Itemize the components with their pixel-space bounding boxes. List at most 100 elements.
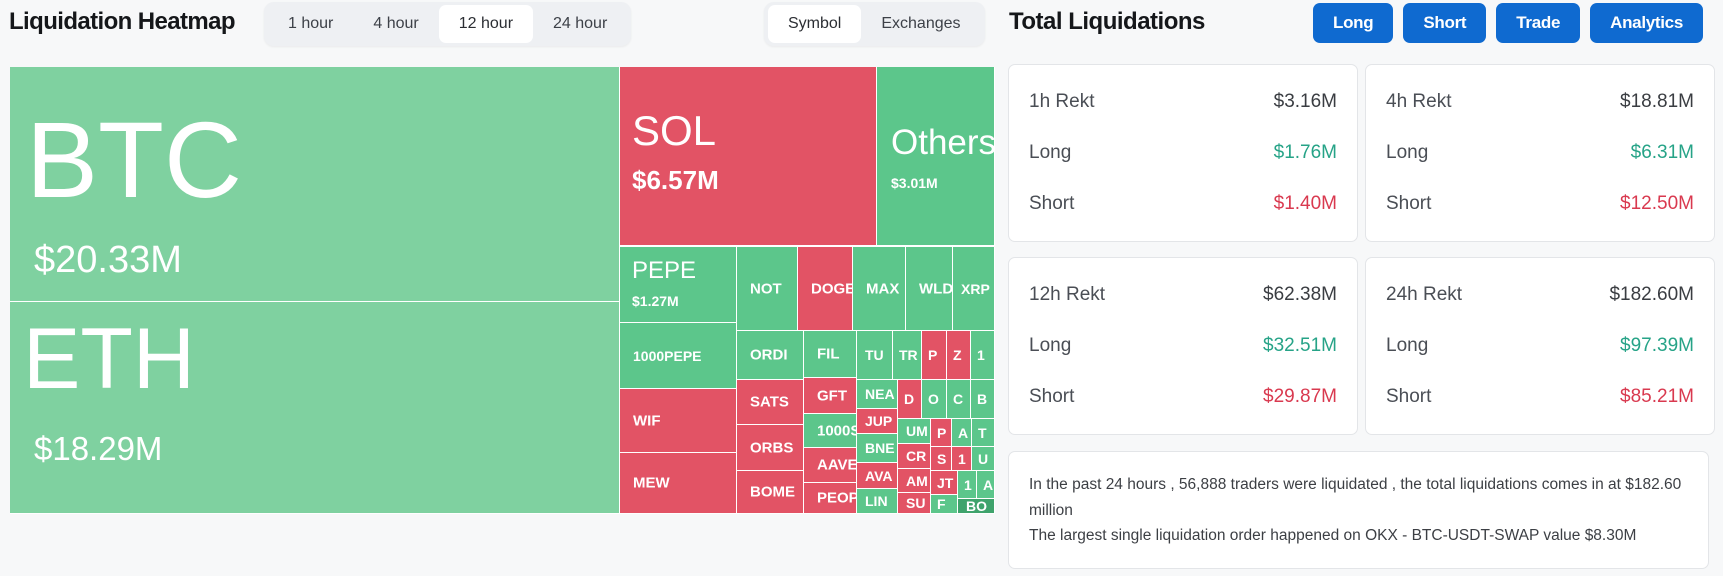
treemap-cell-ava[interactable]: AVA — [857, 463, 898, 489]
cell-symbol: CR — [906, 448, 927, 464]
treemap-cell-fil[interactable]: FIL — [804, 331, 857, 378]
cell-value: $3.01M — [891, 175, 938, 191]
card-total: $182.60M — [1609, 284, 1694, 305]
treemap-cell-a[interactable]: A — [977, 471, 995, 499]
treemap-cell-1[interactable]: 1 — [958, 471, 977, 499]
treemap-cell-not[interactable]: NOT — [737, 247, 798, 331]
treemap-cell-orbs[interactable]: ORBS — [737, 425, 804, 471]
treemap-cell-1[interactable]: 1 — [971, 331, 995, 380]
treemap-cell-wld[interactable]: WLD — [906, 247, 953, 331]
cell-symbol: UM — [906, 423, 928, 439]
stat-card-24h: 24h Rekt $182.60M Long $97.39M Short $85.21… — [1365, 257, 1715, 435]
card-label: 4h Rekt — [1386, 91, 1452, 112]
treemap-cell-c[interactable]: C — [947, 380, 971, 419]
cell-symbol: WLD — [919, 280, 953, 297]
cell-value: $6.57M — [632, 165, 719, 195]
cell-symbol: P — [937, 424, 947, 441]
cell-symbol: 1 — [958, 450, 966, 467]
treemap-cell-btc[interactable]: BTC $20.33M — [10, 67, 620, 302]
cell-symbol: SATS — [750, 393, 789, 411]
tab-4-hour[interactable]: 4 hour — [353, 5, 438, 43]
treemap-cell-b[interactable]: B — [971, 380, 995, 419]
treemap-cell-bne[interactable]: BNE — [857, 434, 898, 463]
treemap-cell-mew[interactable]: MEW — [620, 453, 737, 514]
cell-symbol: PEPE — [632, 257, 697, 284]
cell-symbol: WIF — [633, 412, 661, 429]
treemap-cell-o[interactable]: O — [922, 380, 947, 419]
treemap-cell-peop[interactable]: PEOP — [804, 483, 857, 514]
treemap-cell-gft[interactable]: GFT — [804, 378, 857, 414]
cell-symbol: XRP — [961, 280, 990, 297]
stat-card-4h: 4h Rekt $18.81M Long $6.31M Short $12.50M — [1365, 64, 1715, 242]
treemap-cell-tr[interactable]: TR — [893, 331, 922, 380]
cell-symbol: S — [937, 450, 947, 467]
treemap-cell-s[interactable]: S — [931, 447, 952, 471]
long-label: Long — [1386, 142, 1429, 163]
treemap-cell-jt[interactable]: JT — [931, 471, 958, 495]
treemap-cell-am[interactable]: AM — [898, 469, 931, 493]
cell-symbol: B — [977, 391, 988, 407]
cell-symbol: Others — [891, 123, 995, 162]
treemap-cell-sol[interactable]: SOL $6.57M — [620, 67, 877, 246]
long-label: Long — [1386, 335, 1429, 356]
cell-symbol: GFT — [817, 387, 847, 404]
treemap-cell-nea[interactable]: NEA — [857, 380, 898, 409]
cell-symbol: C — [953, 391, 964, 407]
treemap-cell-lin[interactable]: LIN — [857, 489, 898, 514]
cell-symbol: FIL — [817, 345, 840, 363]
treemap-cell-p[interactable]: P — [922, 331, 947, 380]
cell-symbol: A — [958, 424, 969, 441]
long-value: $97.39M — [1620, 335, 1694, 356]
treemap-cell-1000pepe[interactable]: 1000PEPE — [620, 323, 737, 389]
treemap-cell-bo[interactable]: BO — [958, 499, 995, 514]
cell-symbol: DOGE — [811, 280, 853, 297]
treemap-cell-z[interactable]: Z — [947, 331, 971, 380]
long-button[interactable]: Long — [1313, 3, 1394, 43]
treemap-cell-cr[interactable]: CR — [898, 444, 931, 469]
treemap-cell-p[interactable]: P — [931, 419, 952, 447]
heatmap-title: Liquidation Heatmap — [9, 8, 236, 35]
short-button[interactable]: Short — [1403, 3, 1487, 43]
treemap-cell-su[interactable]: SU — [898, 493, 931, 514]
treemap-cell-doge[interactable]: DOGE — [798, 247, 853, 331]
trade-button[interactable]: Trade — [1496, 3, 1581, 43]
treemap-cell-tu[interactable]: TU — [857, 331, 893, 380]
treemap-cell-f[interactable]: F — [931, 495, 958, 514]
liquidation-treemap: BTC $20.33M ETH $18.29M SOL $6.57M Others $3.01… — [10, 67, 995, 514]
treemap-cell-1000s[interactable]: 1000S — [804, 414, 857, 448]
tab-symbol[interactable]: Symbol — [768, 5, 862, 43]
treemap-cell-others[interactable]: Others $3.01M — [877, 67, 995, 246]
cell-symbol: T — [978, 424, 987, 441]
treemap-cell-t[interactable]: T — [972, 419, 995, 447]
cell-symbol: BTC — [26, 99, 242, 220]
treemap-cell-max[interactable]: MAX — [853, 247, 906, 331]
tab-24-hour[interactable]: 24 hour — [533, 5, 627, 43]
treemap-cell-ordi[interactable]: ORDI — [737, 331, 804, 380]
treemap-cell-1[interactable]: 1 — [952, 447, 972, 471]
treemap-cell-a[interactable]: A — [952, 419, 972, 447]
treemap-cell-wif[interactable]: WIF — [620, 389, 737, 453]
treemap-cell-pepe[interactable]: PEPE $1.27M — [620, 247, 737, 323]
treemap-cell-sats[interactable]: SATS — [737, 380, 804, 425]
treemap-cell-eth[interactable]: ETH $18.29M — [10, 302, 620, 514]
cell-symbol: SOL — [632, 107, 717, 154]
treemap-cell-aave[interactable]: AAVE — [804, 448, 857, 483]
analytics-button[interactable]: Analytics — [1590, 3, 1703, 43]
tab-12-hour[interactable]: 12 hour — [438, 5, 534, 43]
cell-symbol: MAX — [866, 280, 900, 297]
treemap-cell-d[interactable]: D — [898, 380, 922, 419]
treemap-cell-u[interactable]: U — [972, 447, 995, 471]
treemap-cell-um[interactable]: UM — [898, 419, 931, 444]
time-range-tabs: 1 hour 4 hour 12 hour 24 hour — [264, 2, 632, 46]
tab-1-hour[interactable]: 1 hour — [268, 5, 353, 43]
treemap-cell-xrp[interactable]: XRP — [953, 247, 995, 331]
action-buttons: Long Short Trade Analytics — [1313, 3, 1703, 43]
short-value: $85.21M — [1620, 386, 1694, 407]
tab-exchanges[interactable]: Exchanges — [861, 5, 980, 43]
summary-line-1: In the past 24 hours , 56,888 traders we… — [1029, 476, 1682, 519]
treemap-cell-jup[interactable]: JUP — [857, 409, 898, 434]
total-liquidations-title: Total Liquidations — [1009, 8, 1205, 35]
cell-symbol: AAVE — [817, 456, 857, 474]
cell-symbol: ORBS — [750, 439, 794, 456]
treemap-cell-bome[interactable]: BOME — [737, 471, 804, 514]
